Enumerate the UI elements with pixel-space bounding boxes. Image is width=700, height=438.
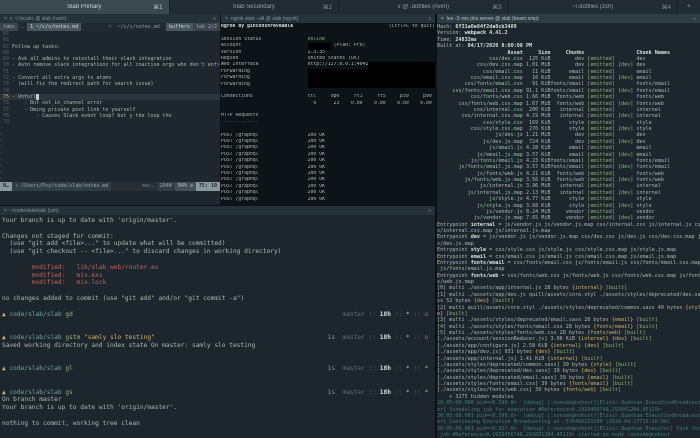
menu-icon[interactable]: ≡ [428,208,431,214]
terminal-line: ▲ code/slab/slab gstm "samly slo testing… [2,334,432,342]
terminal-line: modified: mix.lock [2,279,432,287]
vim-buffer: 65 66 67 Follow up tasks: 68 69 - Ask al… [0,31,220,182]
vim-statusline: N… › /Users/Psy/code/slab/notes.md mar… … [0,182,220,191]
menu-icon[interactable]: ≡ [213,16,216,22]
terminal-line: On branch master [2,396,432,404]
terminal-line [2,287,432,295]
tab-shortcut: ⌘1 [153,4,162,11]
terminal-window: Slab Primary ⌘1 Slab Secondary ⌘2 v @ .d… [0,0,700,438]
window-tab-bar: Slab Primary ⌘1 Slab Secondary ⌘2 v @ .d… [0,0,700,14]
git-output: Your branch is up to date with 'origin/m… [0,215,435,428]
tab-slab-secondary[interactable]: Slab Secondary ⌘2 [170,0,340,14]
terminal-line: tabs ›… 1 ~/c/s/notes.md × ~/c/s/notes.m… [0,23,220,31]
terminal-line: modified: mix.exs [2,272,432,280]
terminal-line: Forwarding [221,82,435,88]
terminal-line [2,303,432,311]
ngrok-output: ngrok by @inconshreveable(Ctrl+C to quit… [221,23,435,203]
tab-slab-primary[interactable]: Slab Primary ⌘1 [0,0,170,14]
terminal-line: [2] multi quill/assets/core.styl ./asset… [437,305,700,311]
close-icon[interactable]: × [4,16,7,22]
pane-title-bar: × lex -S mix phx.server @ slab (beam.smp… [437,14,700,23]
terminal-line: Entrypoint dev = js/vendor.js js/vendor.… [437,234,700,240]
menu-icon[interactable]: ≡ [428,16,431,22]
terminal-line [2,357,432,365]
terminal-line [2,318,432,326]
pane-title: ~/code/slab/slab (zsh) [10,208,425,214]
terminal-line [2,373,432,381]
pane-ngrok[interactable]: × ngrok start --all @ slab (ngrok) ≡ ngr… [221,14,436,205]
pane-build-server[interactable]: × lex -S mix phx.server @ slab (beam.smp… [437,14,700,438]
pane-title: lex -S mix phx.server @ slab (beam.smp) [447,16,690,22]
terminal-line: Your branch is up to date with 'origin/m… [2,404,432,412]
tab-label: Slab Secondary [170,4,339,10]
terminal-line [2,350,432,358]
pane-title-bar: × v ~/.localrc @ slab (nvim) ≡ [0,14,220,23]
tab-label: ~/.dotfiles (zsh) [509,4,678,10]
terminal-line: Entrypoint fonts/web = css/fonts/web.css… [437,273,700,279]
terminal-line: no changes added to commit (use "git add… [2,295,432,303]
tab-shortcut: ⌘4 [662,4,671,11]
terminal-line [2,256,432,264]
pane-title: v ~/.localrc @ slab (nvim) [10,16,210,22]
terminal-line [2,412,432,420]
terminal-line: (use "git checkout -- <file>..." to disc… [2,248,432,256]
tab-shortcut: ⌘2 [323,4,332,11]
menu-icon[interactable]: ≡ [693,16,696,22]
pane-vim-notes[interactable]: × v ~/.localrc @ slab (nvim) ≡ tabs ›… 1… [0,14,221,205]
tab-label: v @ .dotfiles (nvim) [339,4,508,10]
pane-git-shell[interactable]: × ~/code/slab/slab (zsh) ≡ Your branch i… [0,205,436,438]
close-icon[interactable]: × [441,16,444,22]
terminal-line: ▲ code/slab/slab gs1s master :: 18h :: *… [2,389,432,397]
terminal-line: N… › /Users/Psy/code/slab/notes.md mar… … [0,182,220,191]
pane-title-bar: × ngrok start --all @ slab (ngrok) ≡ [221,14,435,23]
terminal-line: Your branch is up to date with 'origin/m… [2,217,432,225]
close-icon[interactable]: × [4,208,7,214]
terminal-line [2,326,432,334]
terminal-line: ▲ code/slab/slab gl1s master :: 18h :: *… [2,365,432,373]
terminal-line: ▲ code/slab/slab gdmaster :: 18h :: * ::… [2,311,432,319]
terminal-line: 70 - Auto remove slack integrations for … [0,62,220,68]
terminal-line: (use "git add <file>..." to update what … [2,240,432,248]
terminal-line: Saved working directory and index state … [2,342,432,350]
tab-dotfiles-zsh[interactable]: ~/.dotfiles (zsh) ⌘4 [509,0,679,14]
build-output: Hash: 6f31a0e84f2da8cb3489Version: webpa… [437,23,700,438]
close-icon[interactable]: × [225,16,228,22]
pane-title: ngrok start --all @ slab (ngrok) [231,16,425,22]
terminal-line [2,381,432,389]
terminal-line: ngrok by @inconshreveable(Ctrl+C to quit… [221,24,435,30]
terminal-line: modified: lib/slab_web/router.ex [2,264,432,272]
pane-title-bar: × ~/code/slab/slab (zsh) ≡ [0,206,435,215]
vim-tabline: tabs ›… 1 ~/c/s/notes.md × ~/c/s/notes.m… [0,23,220,31]
terminal-line: job #Reference<0.1919456748.293601284.45… [437,432,700,438]
tab-label: Slab Primary [0,4,169,10]
tab-dotfiles-nvim[interactable]: v @ .dotfiles (nvim) ⌘3 [339,0,509,14]
terminal-line: POST /graphql 200 OK [221,197,435,203]
tab-shortcut: ⌘3 [492,4,501,11]
terminal-line: 0 23 0.00 0.00 0.00 0.00 [221,101,435,107]
terminal-line: nothing to commit, working tree clean [2,420,432,428]
terminal-line: Changes not staged for commit: [2,233,432,241]
new-tab-button[interactable]: + [678,0,700,14]
terminal-line [2,225,432,233]
